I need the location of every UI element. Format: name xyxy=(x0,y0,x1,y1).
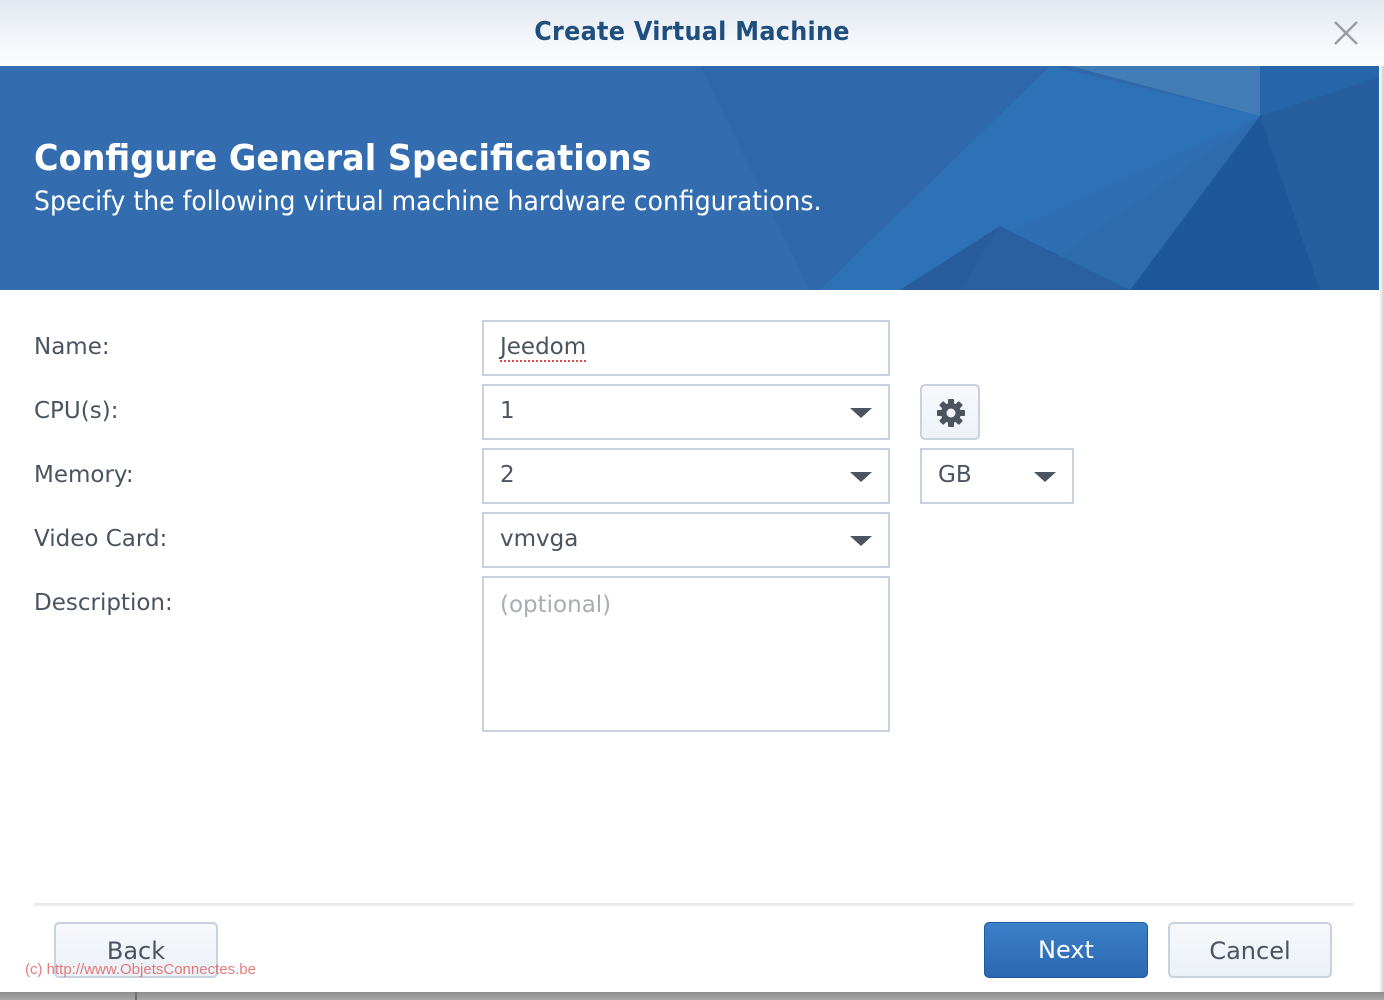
cpus-select[interactable]: 1 xyxy=(482,384,890,440)
memory-value: 2 xyxy=(500,462,515,488)
cpu-settings-button[interactable] xyxy=(920,384,980,440)
cpus-label: CPU(s): xyxy=(34,398,119,424)
chevron-down-icon xyxy=(850,536,872,546)
window-edge-shadow xyxy=(1379,66,1384,1000)
background-seam xyxy=(135,992,137,1000)
name-label: Name: xyxy=(34,334,110,360)
dialog-titlebar: Create Virtual Machine xyxy=(0,0,1384,66)
watermark-text: (c) http://www.ObjetsConnectes.be xyxy=(25,961,256,978)
description-label: Description: xyxy=(34,590,173,616)
banner-heading: Configure General Specifications xyxy=(34,138,652,179)
memory-label: Memory: xyxy=(34,462,134,488)
cpus-value: 1 xyxy=(500,398,515,424)
name-value[interactable]: Jeedom xyxy=(500,334,586,360)
chevron-down-icon xyxy=(850,408,872,418)
gear-icon xyxy=(937,399,965,427)
cancel-button[interactable]: Cancel xyxy=(1168,922,1332,978)
window-bottom-shadow xyxy=(0,992,1384,1000)
next-button[interactable]: Next xyxy=(984,922,1148,978)
video-card-label: Video Card: xyxy=(34,526,168,552)
memory-unit-select[interactable]: GB xyxy=(920,448,1074,504)
description-field[interactable] xyxy=(482,576,890,732)
dialog-title: Create Virtual Machine xyxy=(534,17,850,47)
name-field[interactable]: Jeedom xyxy=(482,320,890,376)
video-card-select[interactable]: vmvga xyxy=(482,512,890,568)
chevron-down-icon xyxy=(850,472,872,482)
footer-divider xyxy=(34,903,1354,906)
chevron-down-icon xyxy=(1034,472,1056,482)
description-textarea[interactable] xyxy=(484,578,888,730)
wizard-banner: Configure General Specifications Specify… xyxy=(0,66,1384,290)
close-button[interactable] xyxy=(1330,17,1362,49)
banner-subheading: Specify the following virtual machine ha… xyxy=(34,186,822,217)
close-icon xyxy=(1334,21,1358,45)
memory-unit-value: GB xyxy=(938,462,972,488)
video-card-value: vmvga xyxy=(500,526,579,552)
memory-select[interactable]: 2 xyxy=(482,448,890,504)
